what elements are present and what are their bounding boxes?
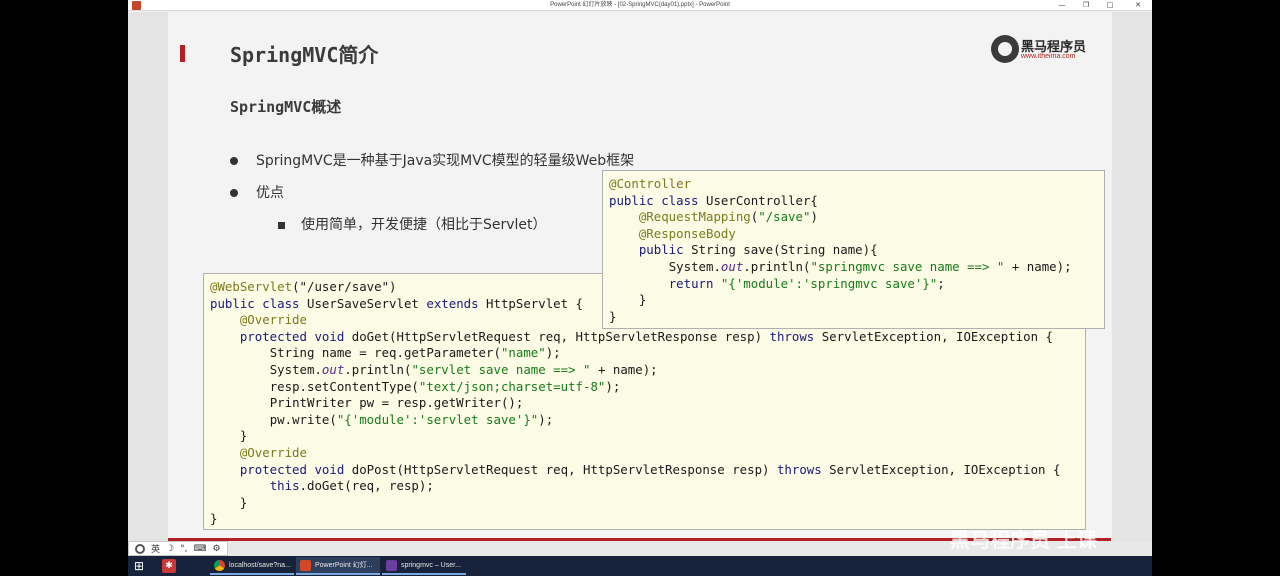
ime-settings-icon[interactable]: ⚙ [212,544,220,554]
bullet-item: SpringMVC是一种基于Java实现MVC模型的轻量级Web框架 [230,150,634,170]
video-watermark: 黑马程序员 上课 [950,528,1097,552]
taskbar-item-powerpoint[interactable]: PowerPoint 幻灯... [296,557,380,575]
slide-subtitle: SpringMVC概述 [230,98,342,116]
bullet-dot-icon [230,189,238,197]
ime-language-toggle[interactable]: 英 [151,542,160,555]
bullet-square-icon [278,221,285,229]
slide-title: SpringMVC简介 [230,43,379,67]
intellij-icon [386,559,397,571]
window-title: PowerPoint 幻灯片放映 - [02-SpringMVC(day01).… [550,2,730,8]
left-margin [128,12,168,542]
bullet-dot-icon [230,157,238,165]
app-launcher-icon[interactable]: ✱ [162,559,176,573]
logo-mark-icon [991,35,1019,63]
logo-url: www.itheima.com [1021,53,1076,60]
taskbar-item-ide[interactable]: springmvc – User... [382,557,466,575]
taskbar-item-browser[interactable]: localhost/save?na... [210,557,294,575]
close-button[interactable]: ✕ [1126,0,1150,11]
ime-width-icon[interactable]: ☽ [166,544,174,554]
restore-button[interactable]: ❐ [1074,0,1098,11]
sub-bullet-item: 使用简单，开发便捷（相比于Servlet） [278,214,547,234]
taskbar: ⊞ ✱ localhost/save?na... PowerPoint 幻灯..… [128,556,1152,576]
ime-punctuation-icon[interactable]: °, [180,544,187,554]
taskbar-item-label: localhost/save?na... [229,561,291,569]
ime-logo-icon[interactable] [135,543,145,554]
ime-keyboard-icon[interactable]: ⌨ [193,544,206,554]
bullet-text: SpringMVC是一种基于Java实现MVC模型的轻量级Web框架 [256,153,635,169]
powerpoint-window: PowerPoint 幻灯片放映 - [02-SpringMVC(day01).… [128,0,1152,556]
bullet-text: 优点 [256,185,284,201]
taskbar-item-label: springmvc – User... [401,561,461,569]
maximize-button[interactable]: □ [1098,0,1122,11]
windows-start-icon[interactable]: ⊞ [132,559,146,573]
chrome-icon [214,559,225,571]
controller-code-block: @Controller public class UserController{ … [602,170,1105,329]
taskbar-item-label: PowerPoint 幻灯... [315,562,373,569]
title-bar: PowerPoint 幻灯片放映 - [02-SpringMVC(day01).… [128,0,1152,11]
title-accent-bar [180,45,185,62]
ime-toolbar[interactable]: 英 ☽ °, ⌨ ⚙ [128,541,228,556]
bullet-item: 优点 [230,182,284,202]
powerpoint-taskbar-icon [300,559,311,571]
right-margin [1112,12,1152,542]
slide[interactable]: SpringMVC简介 黑马程序员 www.itheima.com Spring… [168,12,1111,542]
minimize-button[interactable]: — [1050,0,1074,11]
sub-bullet-text: 使用简单，开发便捷（相比于Servlet） [301,217,547,233]
brand-logo: 黑马程序员 www.itheima.com [991,34,1091,64]
